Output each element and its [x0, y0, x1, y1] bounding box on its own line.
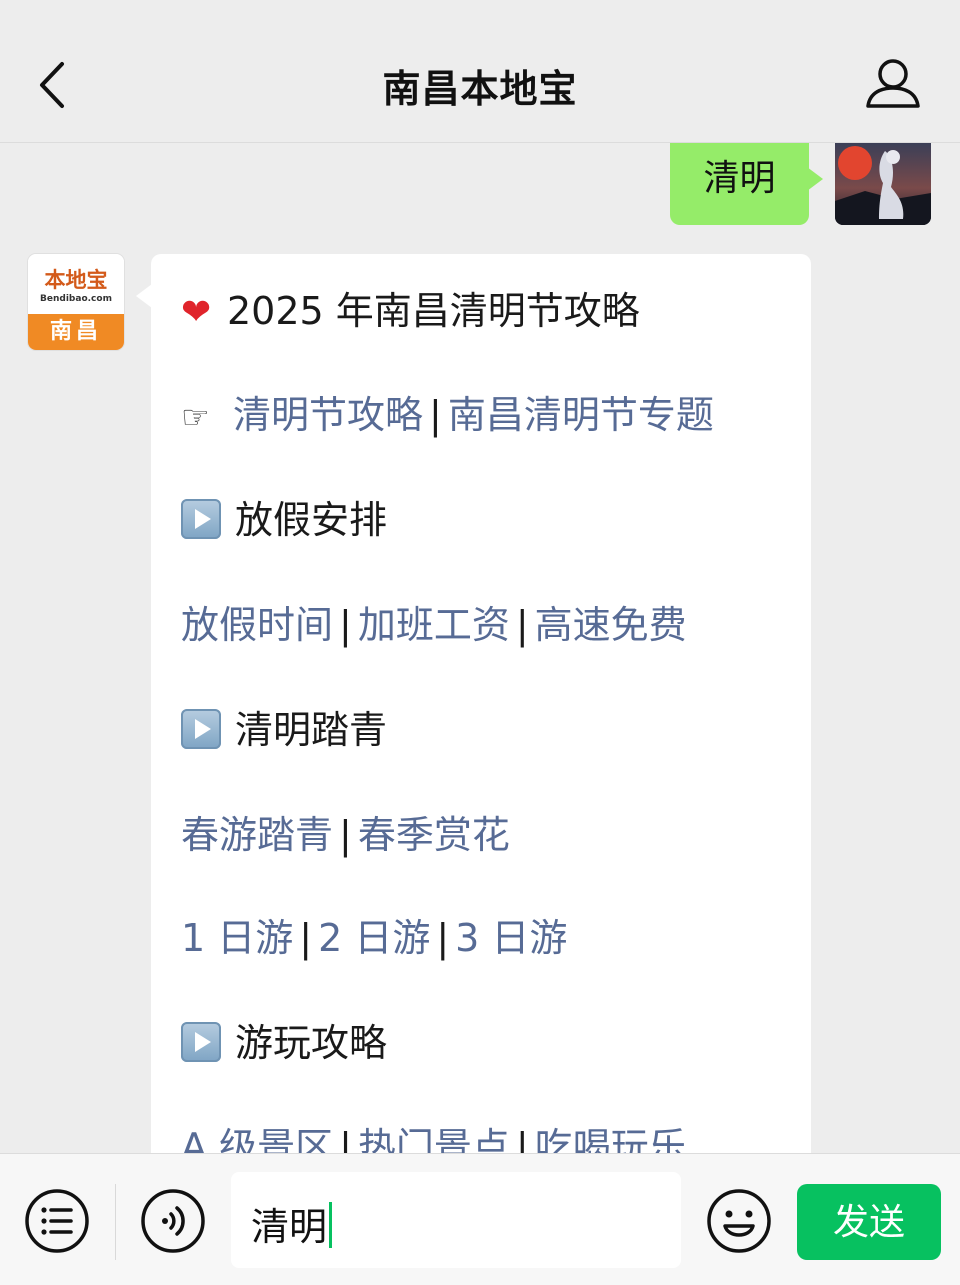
person-icon: [866, 59, 920, 108]
text-caret: [329, 1202, 333, 1248]
links-row-3: 春游踏青 | 春季赏花: [181, 813, 510, 857]
outgoing-message[interactable]: 清明: [670, 143, 823, 225]
link-spring-flowers[interactable]: 春季赏花: [358, 813, 510, 857]
link-food-fun[interactable]: 吃喝玩乐: [535, 1125, 687, 1153]
voice-icon: [141, 1189, 205, 1253]
chat-title: 南昌本地宝: [382, 67, 578, 111]
logo: 本地宝 Bendibao.com: [28, 254, 124, 314]
link-holiday-time[interactable]: 放假时间: [181, 603, 333, 647]
link-3-day-trip[interactable]: 3 日游: [455, 916, 567, 960]
emoji-button[interactable]: [706, 1188, 772, 1254]
logo-city-label: 南昌: [28, 314, 124, 350]
link-overtime-pay[interactable]: 加班工资: [358, 603, 510, 647]
link-2-day-trip[interactable]: 2 日游: [318, 916, 430, 960]
link-spring-outing[interactable]: 春游踏青: [181, 813, 333, 857]
message-input[interactable]: 清明: [231, 1172, 681, 1268]
official-account-avatar[interactable]: 本地宝 Bendibao.com 南昌: [28, 254, 124, 350]
link-1-day-trip[interactable]: 1 日游: [181, 916, 293, 960]
link-free-highway[interactable]: 高速免费: [535, 603, 687, 647]
message-input-text: 清明: [251, 1196, 333, 1251]
links-row-1: ☞ 清明节攻略 | 南昌清明节专题: [181, 393, 714, 437]
pointing-hand-icon: ☞: [181, 398, 210, 436]
link-a-level-scenic[interactable]: A 级景区: [181, 1125, 333, 1153]
divider: [115, 1184, 116, 1260]
send-button[interactable]: 发送: [797, 1184, 941, 1260]
list-icon: [25, 1189, 89, 1253]
self-avatar[interactable]: [835, 143, 931, 225]
links-row-4: 1 日游 | 2 日游 | 3 日游: [181, 916, 568, 960]
menu-button[interactable]: [24, 1188, 90, 1254]
link-hot-attractions[interactable]: 热门景点: [358, 1125, 510, 1153]
links-row-5: A 级景区 | 热门景点 | 吃喝玩乐: [181, 1116, 687, 1153]
incoming-message: ❤ 2025 年南昌清明节攻略 ☞ 清明节攻略 | 南昌清明节专题 放假安排 放假时间 |…: [136, 254, 811, 1153]
emoji-icon: [707, 1189, 771, 1253]
section-guide: 游玩攻略: [181, 1012, 387, 1067]
chat-area[interactable]: 清明 本地宝 Bendibao.com 南昌 ❤ 2025 年南昌清明节攻略 ☞…: [0, 143, 960, 1153]
profile-button[interactable]: [862, 56, 924, 112]
reply-heading: ❤ 2025 年南昌清明节攻略: [181, 289, 640, 333]
play-button-icon: [181, 709, 221, 749]
voice-button[interactable]: [140, 1188, 206, 1254]
input-bar: 清明 发送: [0, 1153, 960, 1285]
play-button-icon: [181, 1022, 221, 1062]
links-row-2: 放假时间 | 加班工资 | 高速免费: [181, 603, 687, 647]
section-outing: 清明踏青: [181, 699, 387, 754]
link-qingming-guide[interactable]: 清明节攻略: [233, 393, 423, 437]
play-button-icon: [181, 499, 221, 539]
section-holiday: 放假安排: [181, 489, 387, 544]
top-bar: 南昌本地宝: [0, 0, 960, 143]
heart-icon: ❤: [181, 292, 212, 333]
link-nanchang-qingming-topic[interactable]: 南昌清明节专题: [448, 393, 714, 437]
